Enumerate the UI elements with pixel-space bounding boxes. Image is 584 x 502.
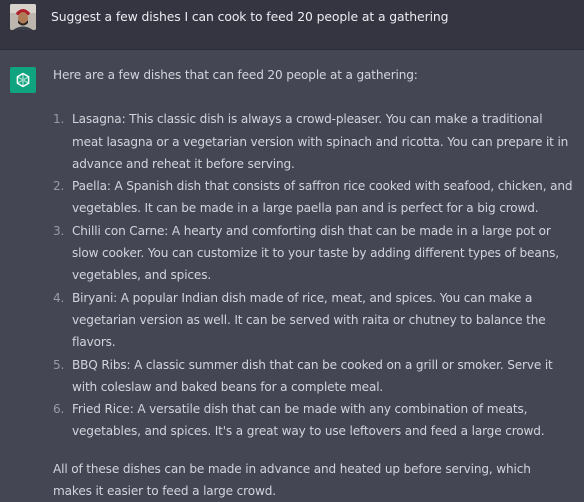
- list-item-text: Chilli con Carne: A hearty and comfortin…: [72, 223, 559, 283]
- list-item: 5. BBQ Ribs: A classic summer dish that c…: [53, 354, 573, 399]
- list-item-text: Fried Rice: A versatile dish that can be…: [72, 402, 545, 439]
- user-prompt-text: Suggest a few dishes I can cook to feed …: [51, 9, 449, 24]
- list-item-text: Biryani: A popular Indian dish made of r…: [72, 290, 546, 350]
- list-item-number: 5.: [53, 357, 65, 372]
- response-intro: Here are a few dishes that can feed 20 p…: [53, 68, 418, 82]
- list-item-text: Lasagna: This classic dish is always a c…: [72, 112, 569, 171]
- list-item-number: 4.: [53, 290, 65, 305]
- list-item-text: BBQ Ribs: A classic summer dish that can…: [72, 357, 553, 394]
- list-item-number: 1.: [53, 112, 65, 127]
- user-message-row: Suggest a few dishes I can cook to feed …: [0, 0, 584, 50]
- list-item: 2. Paella: A Spanish dish that consists o…: [53, 175, 573, 220]
- list-item-number: 2.: [53, 179, 65, 194]
- list-item: 6. Fried Rice: A versatile dish that can …: [53, 398, 573, 443]
- openai-logo-icon: [10, 67, 36, 93]
- list-item-number: 6.: [53, 402, 65, 417]
- list-item: 4. Biryani: A popular Indian dish made of…: [53, 287, 573, 354]
- list-item-number: 3.: [53, 223, 65, 238]
- list-item: 1. Lasagna: This classic dish is always a…: [53, 108, 573, 175]
- list-item-text: Paella: A Spanish dish that consists of …: [72, 179, 573, 216]
- dish-list: 1. Lasagna: This classic dish is always a…: [53, 108, 573, 442]
- response-outro: All of these dishes can be made in advan…: [53, 461, 531, 499]
- user-avatar: [10, 4, 36, 30]
- assistant-message-row: Here are a few dishes that can feed 20 p…: [0, 50, 584, 500]
- assistant-response: Here are a few dishes that can feed 20 p…: [53, 64, 573, 502]
- list-item: 3. Chilli con Carne: A hearty and comfort…: [53, 220, 573, 287]
